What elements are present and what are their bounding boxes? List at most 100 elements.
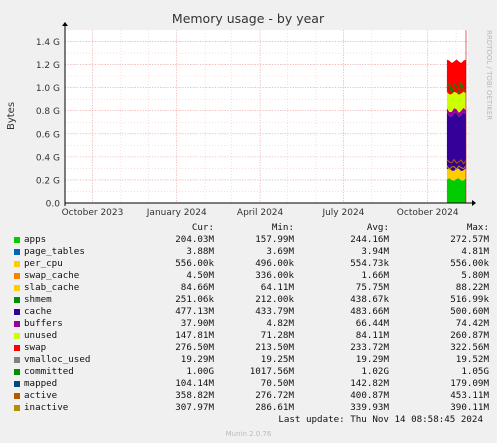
legend-color-swatch — [14, 392, 20, 399]
y-tick-label: 1.2 G — [36, 61, 60, 71]
legend-max-value: 500.60M — [450, 306, 489, 317]
legend-cur-value: 556.00k — [175, 258, 214, 269]
y-tick-label: 1.4 G — [36, 38, 60, 48]
legend-cur-value: 19.29M — [180, 354, 214, 365]
legend-row: shmem 251.06k 212.00k 438.67k 516.99k — [12, 294, 489, 306]
legend-min-value: 336.00k — [255, 270, 294, 281]
legend-swatch — [12, 234, 24, 246]
legend-swatch — [12, 378, 24, 390]
munin-version: Munin 2.0.76 — [225, 430, 272, 438]
legend-cur-value: 307.97M — [175, 402, 214, 413]
legend-swatch — [12, 318, 24, 330]
y-tick-label: 0.0 — [46, 200, 61, 210]
legend-avg-value: 3.94M — [361, 246, 389, 257]
legend-cur-value: 147.81M — [175, 330, 214, 341]
legend-avg-value: 483.66M — [350, 306, 389, 317]
legend-color-swatch — [14, 260, 20, 267]
x-tick-label: October 2023 — [62, 208, 124, 218]
legend-swatch — [12, 306, 24, 318]
legend-avg-value: 400.87M — [350, 390, 389, 401]
legend-cur-value: 276.50M — [175, 342, 214, 353]
legend-row: slab_cache 84.66M 64.11M 75.75M 88.22M — [12, 282, 489, 294]
legend-min-value: 213.50M — [255, 342, 294, 353]
legend-swatch — [12, 246, 24, 258]
rrdtool-watermark: RRDTOOL / TOBI OETIKER — [485, 30, 493, 120]
legend-cur-value: 84.66M — [180, 282, 214, 293]
header-min: Min: — [271, 222, 294, 233]
legend-row: swap 276.50M 213.50M 233.72M 322.56M — [12, 342, 489, 354]
legend-min-value: 212.00k — [255, 294, 294, 305]
legend-row: page_tables 3.88M 3.69M 3.94M 4.81M — [12, 246, 489, 258]
legend-avg-value: 554.73k — [350, 258, 389, 269]
legend-series-name: swap_cache — [24, 270, 80, 281]
legend-max-value: 453.11M — [450, 390, 489, 401]
legend-swatch — [12, 330, 24, 342]
legend-color-swatch — [14, 344, 20, 351]
legend-max-value: 1.05G — [461, 366, 489, 377]
legend-table: Cur: Min: Avg: Max: apps 204.03M 157.99M 24… — [12, 222, 489, 414]
legend-min-value: 64.11M — [260, 282, 294, 293]
legend-series-name: apps — [24, 234, 47, 245]
legend-min-value: 70.50M — [260, 378, 294, 389]
legend-color-swatch — [14, 404, 20, 411]
legend-series-name: committed — [24, 366, 74, 377]
y-axis-label: Bytes — [6, 102, 17, 130]
legend-color-swatch — [14, 284, 20, 291]
stacked-areas — [446, 59, 467, 203]
legend-min-value: 71.28M — [260, 330, 294, 341]
x-tick-label: October 2024 — [397, 208, 459, 218]
legend-row: inactive 307.97M 286.61M 339.93M 390.11M — [12, 402, 489, 414]
legend-row: committed 1.00G 1017.56M 1.02G 1.05G — [12, 366, 489, 378]
legend-swatch — [12, 402, 24, 414]
legend-header-row: Cur: Min: Avg: Max: — [12, 222, 489, 234]
legend-cur-value: 4.50M — [186, 270, 214, 281]
legend-swatch — [12, 354, 24, 366]
legend-max-value: 390.11M — [450, 402, 489, 413]
legend-max-value: 179.09M — [450, 378, 489, 389]
legend-series-name: slab_cache — [24, 282, 80, 293]
legend-cur-value: 3.88M — [186, 246, 214, 257]
x-tick-label: January 2024 — [146, 208, 207, 218]
legend-swatch — [12, 366, 24, 378]
legend-row: apps 204.03M 157.99M 244.16M 272.57M — [12, 234, 489, 246]
legend-swatch — [12, 390, 24, 402]
header-max: Max: — [466, 222, 489, 233]
legend-min-value: 1017.56M — [249, 366, 294, 377]
legend-row: vmalloc_used 19.29M 19.25M 19.29M 19.52M — [12, 354, 489, 366]
legend-max-value: 88.22M — [455, 282, 489, 293]
legend-max-value: 272.57M — [450, 234, 489, 245]
legend-max-value: 260.87M — [450, 330, 489, 341]
x-axis-arrow — [472, 200, 476, 206]
legend-swatch — [12, 270, 24, 282]
legend-max-value: 322.56M — [450, 342, 489, 353]
legend-color-swatch — [14, 356, 20, 363]
legend-series-name: swap — [24, 342, 47, 353]
legend-row: cache 477.13M 433.79M 483.66M 500.60M — [12, 306, 489, 318]
legend-series-name: buffers — [24, 318, 63, 329]
legend-swatch — [12, 258, 24, 270]
legend-avg-value: 66.44M — [355, 318, 389, 329]
last-update: Last update: Thu Nov 14 08:58:45 2024 — [278, 414, 483, 425]
legend-min-value: 433.79M — [255, 306, 294, 317]
header-cur: Cur: — [191, 222, 214, 233]
legend-avg-value: 1.66M — [361, 270, 389, 281]
legend-avg-value: 19.29M — [355, 354, 389, 365]
x-tick-label: April 2024 — [237, 208, 284, 218]
y-axis-arrow — [62, 22, 68, 26]
legend-cur-value: 1.00G — [186, 366, 214, 377]
legend-color-swatch — [14, 248, 20, 255]
legend-avg-value: 233.72M — [350, 342, 389, 353]
legend-series-name: page_tables — [24, 246, 85, 257]
legend-min-value: 19.25M — [260, 354, 294, 365]
legend-color-swatch — [14, 380, 20, 387]
legend-row: swap_cache 4.50M 336.00k 1.66M 5.80M — [12, 270, 489, 282]
legend-series-name: cache — [24, 306, 52, 317]
legend-min-value: 276.72M — [255, 390, 294, 401]
legend-color-swatch — [14, 308, 20, 315]
legend-min-value: 3.69M — [266, 246, 294, 257]
legend-series-name: active — [24, 390, 58, 401]
y-tick-label: 0.4 G — [36, 153, 60, 163]
legend-avg-value: 244.16M — [350, 234, 389, 245]
legend-avg-value: 75.75M — [355, 282, 389, 293]
legend-cur-value: 37.90M — [180, 318, 214, 329]
